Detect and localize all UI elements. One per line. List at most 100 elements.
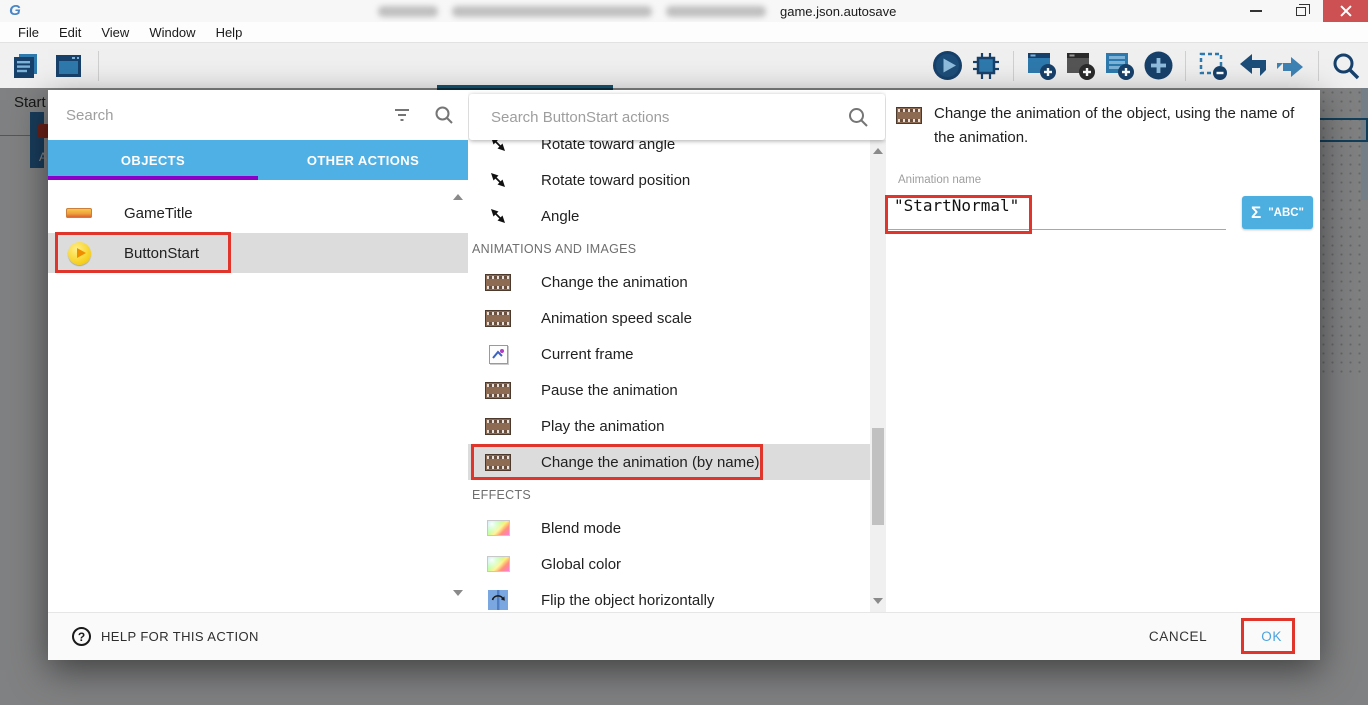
- scrollbar-thumb[interactable]: [872, 428, 884, 525]
- dialog-footer: HELP FOR THIS ACTION CANCEL OK: [48, 612, 1320, 660]
- toolbar-separator: [1318, 51, 1319, 81]
- field-underline: [888, 229, 1226, 230]
- add-circle-icon[interactable]: [1142, 50, 1174, 82]
- action-item[interactable]: Play the animation: [468, 408, 870, 444]
- add-external-layout-icon[interactable]: [1064, 50, 1096, 82]
- sigma-icon: Σ: [1251, 203, 1261, 223]
- frame-icon: [489, 345, 508, 364]
- action-search-input[interactable]: [491, 109, 847, 126]
- window-controls: [1233, 0, 1368, 22]
- search-icon[interactable]: [1330, 50, 1362, 82]
- action-description: Change the animation of the object, usin…: [934, 102, 1306, 150]
- flip-icon: [485, 590, 511, 610]
- scroll-up-icon[interactable]: [873, 148, 883, 154]
- action-item[interactable]: Change the animation: [468, 264, 870, 300]
- search-icon[interactable]: [434, 105, 454, 125]
- film-icon: [485, 274, 511, 291]
- film-icon: [485, 454, 511, 471]
- add-events-icon[interactable]: [1103, 50, 1135, 82]
- action-item[interactable]: Animation speed scale: [468, 300, 870, 336]
- project-manager-icon[interactable]: [10, 50, 42, 82]
- gdevelop-logo-icon: [0, 0, 30, 22]
- undo-icon[interactable]: [1236, 50, 1268, 82]
- events-editor-background: Start P A: [0, 88, 1368, 705]
- minimize-icon[interactable]: [1233, 0, 1278, 22]
- debug-icon[interactable]: [970, 50, 1002, 82]
- object-search-row: [48, 90, 468, 140]
- tab-other-actions[interactable]: OTHER ACTIONS: [258, 140, 468, 180]
- color-icon: [487, 556, 510, 572]
- expression-editor-button[interactable]: Σ "ABC": [1242, 196, 1313, 229]
- game-title-thumbnail: [66, 208, 92, 218]
- add-object-window-icon[interactable]: [1025, 50, 1057, 82]
- action-editor-dialog: OBJECTS OTHER ACTIONS GameTitle ButtonSt…: [48, 90, 1320, 660]
- action-search-row: [469, 94, 885, 140]
- object-search-input[interactable]: [66, 107, 384, 124]
- toolbar-separator: [98, 51, 99, 81]
- film-icon: [485, 418, 511, 435]
- window-title: game.json.autosave: [378, 0, 896, 22]
- play-icon[interactable]: [931, 50, 963, 82]
- scene-window-icon[interactable]: [52, 50, 84, 82]
- remove-instance-icon[interactable]: [1197, 50, 1229, 82]
- film-icon: [485, 382, 511, 399]
- action-item[interactable]: Flip the object horizontally: [468, 582, 870, 612]
- title-bar: game.json.autosave: [0, 0, 1368, 22]
- animation-name-field: [886, 188, 1226, 230]
- menu-help[interactable]: Help: [206, 22, 253, 43]
- restore-icon[interactable]: [1278, 0, 1323, 22]
- list-item-buttonstart[interactable]: ButtonStart: [48, 233, 468, 273]
- tab-objects[interactable]: OBJECTS: [48, 140, 258, 180]
- window-title-text: game.json.autosave: [780, 4, 896, 19]
- redacted-title-segment: [666, 6, 766, 17]
- redacted-title-segment: [452, 6, 652, 17]
- action-item-change-animation-by-name[interactable]: Change the animation (by name): [468, 444, 870, 480]
- section-header-animations: ANIMATIONS AND IMAGES: [468, 234, 870, 264]
- action-list-scrollbar[interactable]: [870, 140, 886, 612]
- scroll-down-icon[interactable]: [453, 590, 463, 596]
- menu-file[interactable]: File: [8, 22, 49, 43]
- action-item[interactable]: Rotate toward position: [468, 162, 870, 198]
- ok-button[interactable]: OK: [1247, 621, 1296, 652]
- section-header-effects: EFFECTS: [468, 480, 870, 510]
- action-list: Rotate toward angle Rotate toward positi…: [468, 126, 870, 612]
- toolbar-separator: [1185, 51, 1186, 81]
- action-list-panel: Rotate toward angle Rotate toward positi…: [468, 90, 886, 612]
- abc-label: "ABC": [1268, 207, 1304, 219]
- menu-edit[interactable]: Edit: [49, 22, 91, 43]
- redacted-title-segment: [378, 6, 438, 17]
- action-item[interactable]: Angle: [468, 198, 870, 234]
- rotate-icon: [485, 206, 511, 226]
- color-icon: [487, 520, 510, 536]
- rotate-icon: [485, 170, 511, 190]
- help-for-this-action-button[interactable]: HELP FOR THIS ACTION: [72, 627, 259, 646]
- redo-icon[interactable]: [1275, 50, 1307, 82]
- animation-name-label: Animation name: [898, 174, 981, 186]
- scroll-up-icon[interactable]: [453, 194, 463, 200]
- action-item[interactable]: Global color: [468, 546, 870, 582]
- app-window: game.json.autosave File Edit View Window…: [0, 0, 1368, 705]
- play-button-thumbnail: [68, 242, 91, 265]
- question-circle-icon: [72, 627, 91, 646]
- film-icon: [485, 310, 511, 327]
- menu-window[interactable]: Window: [139, 22, 205, 43]
- action-parameters-panel: Change the animation of the object, usin…: [886, 90, 1320, 612]
- action-item[interactable]: Blend mode: [468, 510, 870, 546]
- menu-view[interactable]: View: [91, 22, 139, 43]
- selector-tabs: OBJECTS OTHER ACTIONS: [48, 140, 468, 180]
- film-icon: [896, 107, 922, 124]
- menu-bar: File Edit View Window Help: [0, 22, 1368, 43]
- scroll-down-icon[interactable]: [873, 598, 883, 604]
- main-toolbar: [0, 43, 1368, 88]
- animation-name-input[interactable]: [894, 196, 1214, 215]
- action-item[interactable]: Pause the animation: [468, 372, 870, 408]
- search-icon[interactable]: [847, 106, 869, 128]
- list-item-gametitle[interactable]: GameTitle: [48, 193, 468, 233]
- object-list: GameTitle ButtonStart: [48, 180, 468, 612]
- action-item[interactable]: Current frame: [468, 336, 870, 372]
- cancel-button[interactable]: CANCEL: [1149, 629, 1207, 644]
- object-selector-panel: OBJECTS OTHER ACTIONS GameTitle ButtonSt…: [48, 90, 468, 612]
- close-icon[interactable]: [1323, 0, 1368, 22]
- toolbar-separator: [1013, 51, 1014, 81]
- filter-icon[interactable]: [392, 107, 412, 123]
